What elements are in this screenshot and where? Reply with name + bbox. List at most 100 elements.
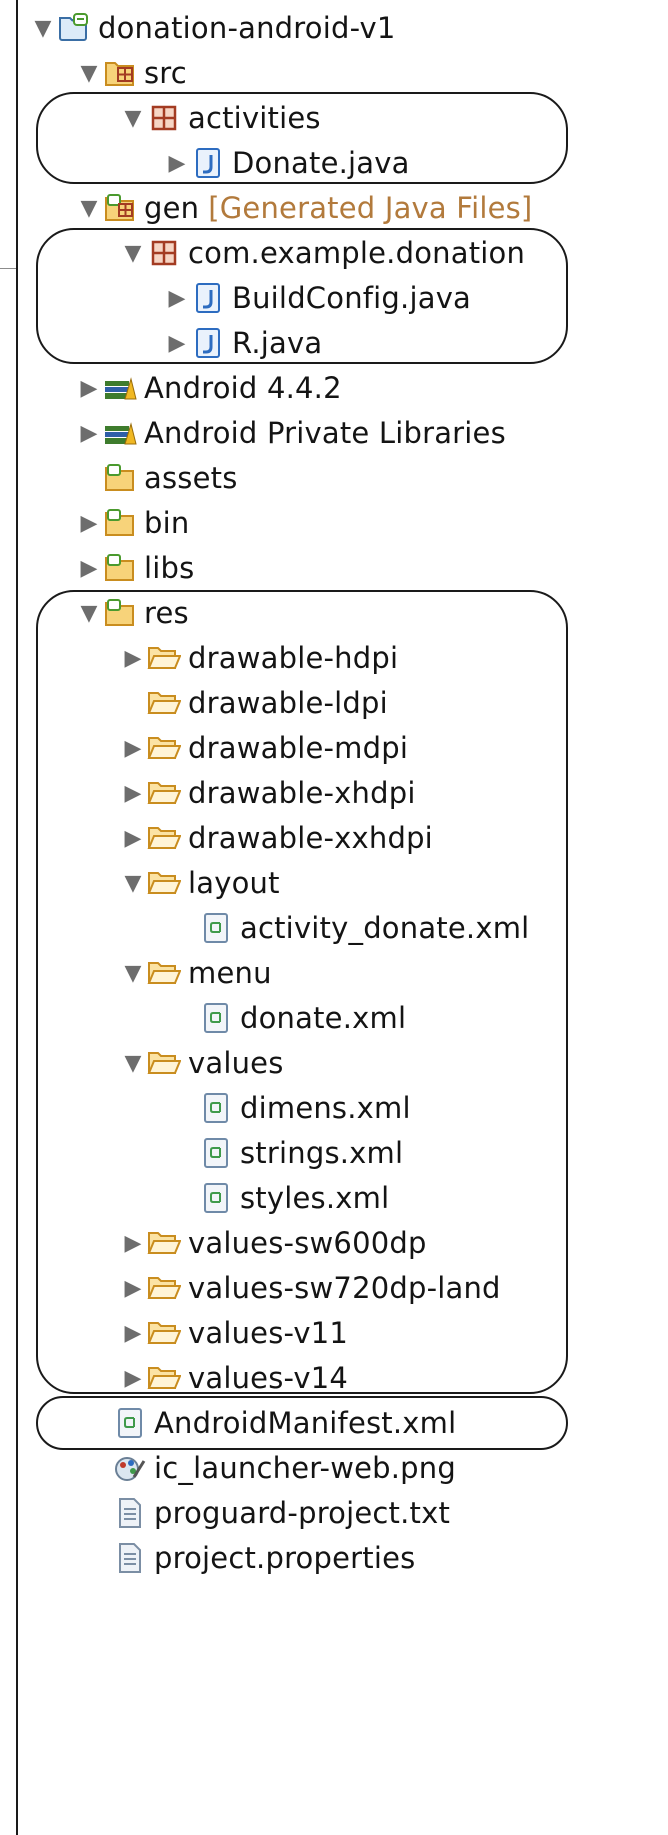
expand-arrow-icon[interactable]: ▼ <box>30 3 56 53</box>
folder-icon <box>146 1360 182 1396</box>
tree-item-label: Android 4.4.2 <box>144 371 342 405</box>
expand-arrow-icon[interactable]: ▼ <box>120 228 146 278</box>
android-project-icon <box>56 10 92 46</box>
collapsed-arrow-icon[interactable]: ▶ <box>164 318 190 368</box>
tree-item-drawable-xhdpi[interactable]: ▶ drawable-xhdpi <box>0 768 668 818</box>
tree-item-project[interactable]: ▼ donation-android-v1 <box>0 3 668 53</box>
collapsed-arrow-icon[interactable]: ▶ <box>76 498 102 548</box>
collapsed-arrow-icon[interactable]: ▶ <box>120 768 146 818</box>
java-file-icon <box>190 145 226 181</box>
folder-icon <box>146 1270 182 1306</box>
tree-item-values-sw720dp-land[interactable]: ▶ values-sw720dp-land <box>0 1263 668 1313</box>
tree-item-label: project.properties <box>154 1541 416 1575</box>
tree-item-gen[interactable]: ▼ gen [Generated Java Files] <box>0 183 668 233</box>
tree-item-res[interactable]: ▼ res <box>0 588 668 638</box>
expand-arrow-icon[interactable]: ▼ <box>120 1038 146 1088</box>
collapsed-arrow-icon[interactable]: ▶ <box>120 1263 146 1313</box>
tree-item-menu[interactable]: ▼ menu <box>0 948 668 998</box>
tree-item-label: values-v14 <box>188 1361 349 1395</box>
tree-item-private-libraries[interactable]: ▶ Android Private Libraries <box>0 408 668 458</box>
java-file-icon <box>190 280 226 316</box>
xml-file-icon <box>198 1135 234 1171</box>
tree-item-donate-xml[interactable]: donate.xml <box>0 993 668 1043</box>
tree-item-drawable-ldpi[interactable]: drawable-ldpi <box>0 678 668 728</box>
tree-item-label: drawable-hdpi <box>188 641 399 675</box>
tree-item-label: donate.xml <box>240 1001 407 1035</box>
text-file-icon <box>112 1495 148 1531</box>
tree-item-label: BuildConfig.java <box>232 281 472 315</box>
tree-item-buildconfig[interactable]: ▶ BuildConfig.java <box>0 273 668 323</box>
folder-icon <box>146 820 182 856</box>
tree-item-activities[interactable]: ▼ activities <box>0 93 668 143</box>
folder-icon <box>102 595 138 631</box>
collapsed-arrow-icon[interactable]: ▶ <box>120 633 146 683</box>
expand-arrow-icon[interactable]: ▼ <box>76 48 102 98</box>
tree-item-label: strings.xml <box>240 1136 404 1170</box>
tree-item-values-v11[interactable]: ▶ values-v11 <box>0 1308 668 1358</box>
tree-item-label: activity_donate.xml <box>240 911 530 945</box>
tree-item-ic-launcher[interactable]: ic_launcher-web.png <box>0 1443 668 1493</box>
expand-arrow-icon[interactable]: ▼ <box>120 948 146 998</box>
collapsed-arrow-icon[interactable]: ▶ <box>120 1353 146 1403</box>
tree-item-label: menu <box>188 956 272 990</box>
collapsed-arrow-icon[interactable]: ▶ <box>120 1308 146 1358</box>
tree-item-layout[interactable]: ▼ layout <box>0 858 668 908</box>
tree-item-drawable-xxhdpi[interactable]: ▶ drawable-xxhdpi <box>0 813 668 863</box>
xml-file-icon <box>198 1180 234 1216</box>
xml-file-icon <box>112 1405 148 1441</box>
folder-icon <box>146 685 182 721</box>
tree-item-r-java[interactable]: ▶ R.java <box>0 318 668 368</box>
folder-icon <box>146 730 182 766</box>
tree-item-drawable-mdpi[interactable]: ▶ drawable-mdpi <box>0 723 668 773</box>
package-icon <box>146 100 182 136</box>
library-icon <box>102 415 138 451</box>
collapsed-arrow-icon[interactable]: ▶ <box>164 273 190 323</box>
tree-item-label: ic_launcher-web.png <box>154 1451 456 1485</box>
tree-item-values-v14[interactable]: ▶ values-v14 <box>0 1353 668 1403</box>
tree-item-values[interactable]: ▼ values <box>0 1038 668 1088</box>
tree-item-drawable-hdpi[interactable]: ▶ drawable-hdpi <box>0 633 668 683</box>
generated-decoration: [Generated Java Files] <box>208 191 533 225</box>
tree-item-libs[interactable]: ▶ libs <box>0 543 668 593</box>
collapsed-arrow-icon[interactable]: ▶ <box>164 138 190 188</box>
tree-item-android-manifest[interactable]: AndroidManifest.xml <box>0 1398 668 1448</box>
tree-item-assets[interactable]: assets <box>0 453 668 503</box>
collapsed-arrow-icon[interactable]: ▶ <box>76 363 102 413</box>
collapsed-arrow-icon[interactable]: ▶ <box>120 723 146 773</box>
tree-item-styles-xml[interactable]: styles.xml <box>0 1173 668 1223</box>
folder-icon <box>146 955 182 991</box>
collapsed-arrow-icon[interactable]: ▶ <box>120 1218 146 1268</box>
tree-item-dimens-xml[interactable]: dimens.xml <box>0 1083 668 1133</box>
tree-item-bin[interactable]: ▶ bin <box>0 498 668 548</box>
collapsed-arrow-icon[interactable]: ▶ <box>76 543 102 593</box>
tree-item-values-sw600dp[interactable]: ▶ values-sw600dp <box>0 1218 668 1268</box>
tree-item-proguard[interactable]: proguard-project.txt <box>0 1488 668 1538</box>
library-icon <box>102 370 138 406</box>
tree-item-label: gen <box>144 191 200 225</box>
tree-item-label: drawable-xhdpi <box>188 776 416 810</box>
tree-item-label: drawable-mdpi <box>188 731 409 765</box>
collapsed-arrow-icon[interactable]: ▶ <box>120 813 146 863</box>
tree-item-label: assets <box>144 461 238 495</box>
tree-item-label: drawable-ldpi <box>188 686 388 720</box>
folder-icon <box>102 505 138 541</box>
tree-item-label: drawable-xxhdpi <box>188 821 433 855</box>
tree-item-activity-donate-xml[interactable]: activity_donate.xml <box>0 903 668 953</box>
xml-file-icon <box>198 1090 234 1126</box>
expand-arrow-icon[interactable]: ▼ <box>76 588 102 638</box>
tree-item-src[interactable]: ▼ src <box>0 48 668 98</box>
tree-item-label: styles.xml <box>240 1181 390 1215</box>
source-folder-icon <box>102 55 138 91</box>
tree-item-label: values <box>188 1046 284 1080</box>
collapsed-arrow-icon[interactable]: ▶ <box>76 408 102 458</box>
tree-item-donate-java[interactable]: ▶ Donate.java <box>0 138 668 188</box>
tree-item-package[interactable]: ▼ com.example.donation <box>0 228 668 278</box>
tree-item-android-library[interactable]: ▶ Android 4.4.2 <box>0 363 668 413</box>
folder-icon <box>146 640 182 676</box>
tree-item-project-properties[interactable]: project.properties <box>0 1533 668 1583</box>
expand-arrow-icon[interactable]: ▼ <box>76 183 102 233</box>
expand-arrow-icon[interactable]: ▼ <box>120 93 146 143</box>
expand-arrow-icon[interactable]: ▼ <box>120 858 146 908</box>
tree-item-strings-xml[interactable]: strings.xml <box>0 1128 668 1178</box>
folder-icon <box>146 865 182 901</box>
